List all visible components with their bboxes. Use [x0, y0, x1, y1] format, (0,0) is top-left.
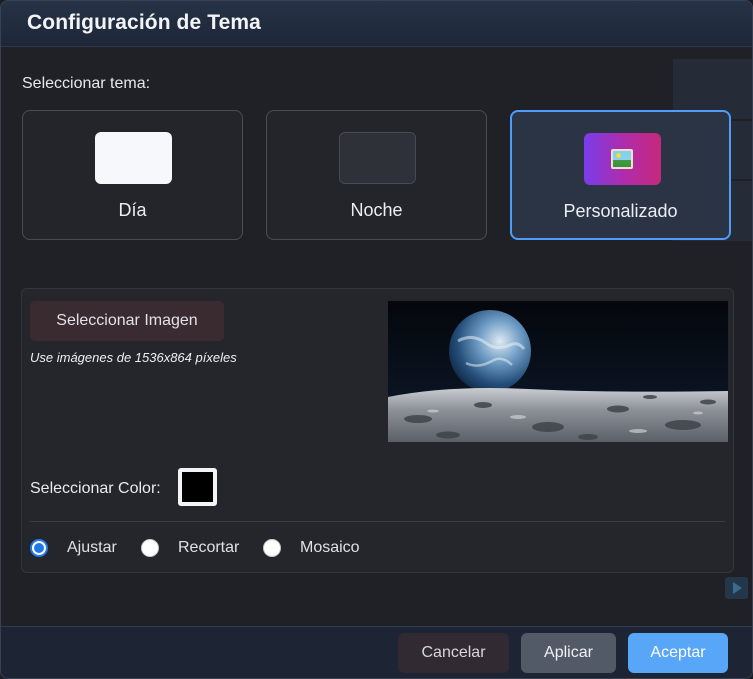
theme-option-custom[interactable]: Personalizado	[510, 110, 731, 240]
play-icon	[725, 577, 748, 599]
divider	[30, 521, 725, 522]
dialog-footer: Cancelar Aplicar Aceptar	[1, 626, 752, 678]
moon-earth-preview-image	[388, 301, 728, 442]
accept-button[interactable]: Aceptar	[628, 633, 728, 673]
theme-option-label: Día	[118, 200, 147, 220]
custom-swatch	[584, 133, 661, 185]
light-swatch-icon	[95, 132, 172, 184]
radio-fit-label[interactable]: Ajustar	[67, 539, 117, 557]
theme-section-label: Seleccionar tema:	[22, 75, 151, 92]
image-icon	[611, 149, 633, 169]
radio-crop-label[interactable]: Recortar	[178, 539, 239, 557]
custom-theme-panel: Seleccionar Imagen Use imágenes de 1536x…	[21, 288, 734, 573]
select-color-label: Seleccionar Color:	[30, 480, 161, 497]
dialog-title: Configuración de Tema	[27, 11, 261, 34]
theme-option-day[interactable]: Día	[22, 110, 243, 240]
radio-tile-label[interactable]: Mosaico	[300, 539, 360, 557]
dark-swatch-icon	[339, 132, 416, 184]
radio-fit[interactable]	[30, 539, 48, 557]
theme-option-night[interactable]: Noche	[266, 110, 487, 240]
theme-option-label: Noche	[350, 200, 403, 220]
cancel-button[interactable]: Cancelar	[398, 633, 509, 673]
theme-settings-dialog: Configuración de Tema Seleccionar tema: …	[0, 0, 753, 679]
color-picker[interactable]	[178, 468, 217, 506]
apply-button[interactable]: Aplicar	[521, 633, 616, 673]
image-size-hint: Use imágenes de 1536x864 píxeles	[30, 350, 237, 365]
theme-option-label: Personalizado	[563, 201, 678, 221]
radio-tile[interactable]	[263, 539, 281, 557]
dialog-header: Configuración de Tema	[1, 1, 752, 47]
select-image-button[interactable]: Seleccionar Imagen	[30, 301, 224, 341]
radio-crop[interactable]	[141, 539, 159, 557]
background-preview-image	[388, 301, 728, 442]
